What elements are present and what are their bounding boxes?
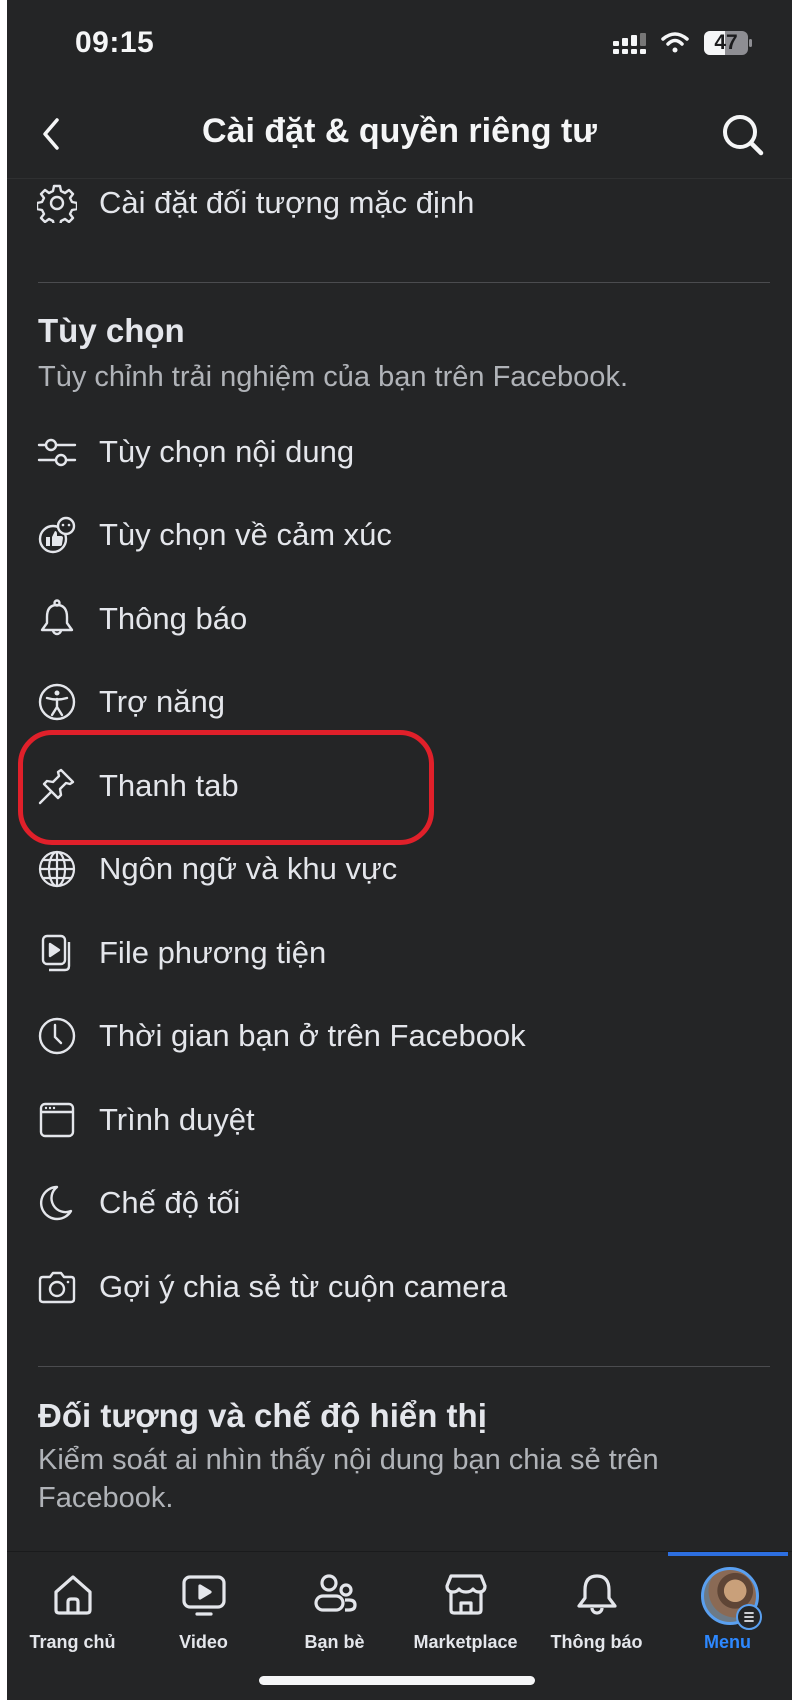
menu-item-default-audience[interactable]: Cài đặt đối tượng mặc định (7, 163, 792, 243)
menu-item-label: Trợ năng (99, 684, 226, 719)
nav-label: Thông báo (550, 1632, 643, 1652)
settings-screen: 09:15 47 Cài đặt & quyền riêng tư Cài đặ… (7, 0, 792, 1700)
menu-item-label: Thời gian bạn ở trên Facebook (99, 1018, 526, 1053)
menu-item-dark-mode[interactable]: Chế độ tối (7, 1163, 792, 1243)
section-subtitle-preferences: Tùy chỉnh trải nghiệm của bạn trên Faceb… (38, 361, 628, 393)
friends-icon (312, 1572, 358, 1618)
section-subtitle-audience: Kiểm soát ai nhìn thấy nội dung bạn chia… (38, 1444, 659, 1514)
video-icon (181, 1572, 227, 1618)
menu-item-label: Gợi ý chia sẻ từ cuộn camera (99, 1269, 508, 1304)
browser-icon (37, 1100, 77, 1140)
wifi-icon (660, 31, 690, 55)
menu-item-label: File phương tiện (99, 935, 327, 970)
search-icon (723, 115, 764, 156)
gear-icon (37, 183, 77, 223)
cellular-signal-icon (613, 33, 649, 55)
menu-item-label: Tùy chọn về cảm xúc (99, 517, 392, 552)
menu-item-label: Cài đặt đối tượng mặc định (99, 185, 475, 220)
clock-icon (37, 1016, 77, 1056)
menu-item-tab-bar[interactable]: Thanh tab (7, 746, 792, 826)
media-file-icon (37, 933, 77, 973)
menu-item-content-preferences[interactable]: Tùy chọn nội dung (7, 412, 792, 492)
menu-hamburger-icon (736, 1604, 762, 1630)
home-icon (50, 1572, 96, 1618)
menu-item-label: Thông báo (99, 601, 248, 636)
pin-icon (37, 766, 77, 806)
menu-item-label: Ngôn ngữ và khu vực (99, 851, 398, 886)
bell-icon (37, 599, 77, 639)
menu-item-browser[interactable]: Trình duyệt (7, 1080, 792, 1160)
menu-item-label: Trình duyệt (99, 1102, 255, 1137)
accessibility-icon (37, 682, 77, 722)
menu-item-media-files[interactable]: File phương tiện (7, 913, 792, 993)
nav-label: Menu (704, 1632, 751, 1652)
battery-level: 47 (714, 31, 738, 54)
section-divider (38, 282, 770, 283)
battery-icon: 47 (703, 30, 753, 56)
nav-label: Trang chủ (29, 1632, 116, 1652)
section-title-preferences: Tùy chọn (38, 312, 185, 349)
nav-tab-notifications[interactable]: Thông báo (531, 1552, 662, 1672)
nav-label: Video (179, 1632, 228, 1652)
section-title-audience: Đối tượng và chế độ hiển thị (38, 1397, 487, 1434)
nav-tab-home[interactable]: Trang chủ (7, 1552, 138, 1672)
section-divider (38, 1366, 770, 1367)
menu-item-accessibility[interactable]: Trợ năng (7, 662, 792, 742)
nav-label: Bạn bè (304, 1632, 365, 1652)
search-button[interactable] (720, 112, 766, 158)
bell-icon (574, 1572, 620, 1618)
nav-tab-friends[interactable]: Bạn bè (269, 1552, 400, 1672)
page-title: Cài đặt & quyền riêng tư (202, 112, 597, 150)
nav-label: Marketplace (413, 1632, 518, 1652)
globe-icon (37, 849, 77, 889)
marketplace-icon (443, 1572, 489, 1618)
sliders-icon (37, 432, 77, 472)
nav-tab-marketplace[interactable]: Marketplace (400, 1552, 531, 1672)
camera-icon (37, 1267, 77, 1307)
menu-item-notifications[interactable]: Thông báo (7, 579, 792, 659)
home-indicator (259, 1676, 535, 1685)
menu-item-camera-roll-suggestions[interactable]: Gợi ý chia sẻ từ cuộn camera (7, 1247, 792, 1327)
nav-tab-menu[interactable]: Menu (662, 1552, 792, 1672)
reactions-icon (37, 515, 77, 555)
menu-item-time-on-facebook[interactable]: Thời gian bạn ở trên Facebook (7, 996, 792, 1076)
moon-icon (37, 1183, 77, 1223)
menu-item-label: Chế độ tối (99, 1185, 241, 1220)
status-time: 09:15 (75, 26, 155, 59)
menu-item-reaction-preferences[interactable]: Tùy chọn về cảm xúc (7, 495, 792, 575)
menu-item-label: Thanh tab (99, 768, 239, 803)
menu-item-label: Tùy chọn nội dung (99, 434, 355, 469)
nav-tab-video[interactable]: Video (138, 1552, 269, 1672)
menu-item-language-region[interactable]: Ngôn ngữ và khu vực (7, 829, 792, 909)
